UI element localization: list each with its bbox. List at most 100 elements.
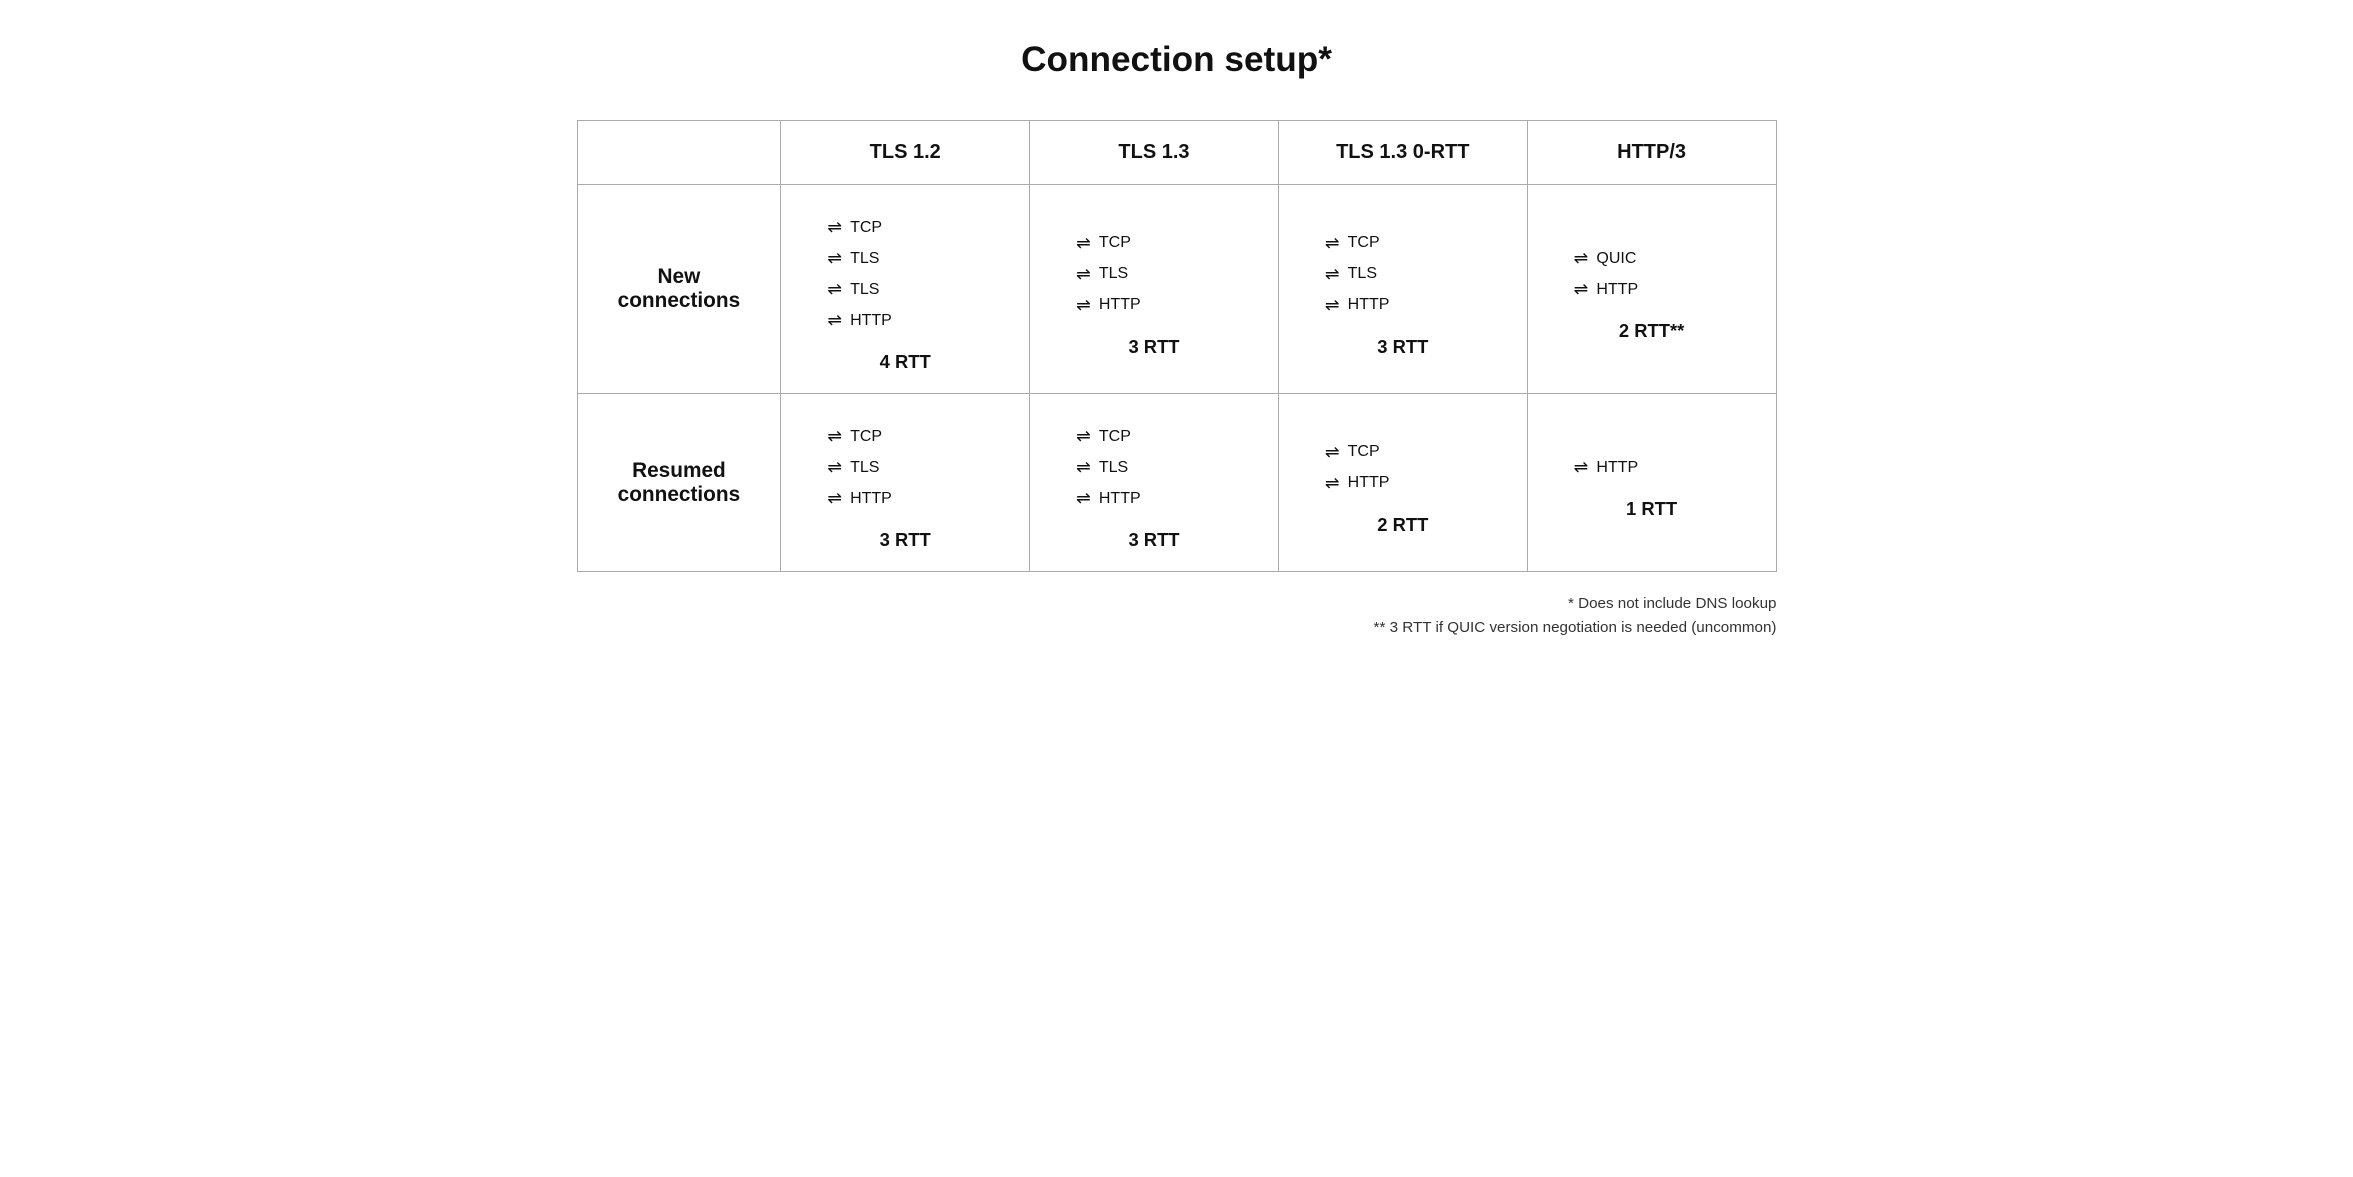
protocol-item-row0-col3-0: ⇌ QUIC <box>1574 248 1637 269</box>
arrow-icon-row0-col0-0: ⇌ <box>827 217 842 238</box>
protocol-label-row1-col3-0: HTTP <box>1596 459 1638 477</box>
cell-row1-col2: ⇌ TCP ⇌ HTTP 2 RTT <box>1278 394 1527 572</box>
protocol-item-row0-col1-2: ⇌ HTTP <box>1076 295 1141 316</box>
protocol-label-row1-col0-2: HTTP <box>850 490 892 508</box>
protocol-label-row1-col0-0: TCP <box>850 428 882 446</box>
protocol-label-row1-col2-1: HTTP <box>1348 474 1390 492</box>
row-label-0: Newconnections <box>577 185 781 394</box>
cell-content-row1-col3: ⇌ HTTP <box>1544 445 1760 490</box>
cell-content-row0-col3: ⇌ QUIC ⇌ HTTP <box>1544 236 1760 312</box>
protocol-label-row0-col0-0: TCP <box>850 219 882 237</box>
protocol-label-row1-col1-2: HTTP <box>1099 490 1141 508</box>
protocol-item-row1-col2-0: ⇌ TCP <box>1325 442 1380 463</box>
protocol-item-row0-col0-3: ⇌ HTTP <box>827 310 892 331</box>
row-label-1: Resumedconnections <box>577 394 781 572</box>
cell-row0-col3: ⇌ QUIC ⇌ HTTP 2 RTT** <box>1527 185 1776 394</box>
rtt-label-row0-col0: 4 RTT <box>797 343 1013 373</box>
cell-content-row0-col0: ⇌ TCP ⇌ TLS ⇌ TLS ⇌ HTTP <box>797 205 1013 343</box>
arrow-icon-row0-col1-1: ⇌ <box>1076 264 1091 285</box>
arrow-icon-row1-col2-0: ⇌ <box>1325 442 1340 463</box>
protocol-label-row0-col0-2: TLS <box>850 281 879 299</box>
protocol-item-row1-col2-1: ⇌ HTTP <box>1325 473 1390 494</box>
cell-row1-col0: ⇌ TCP ⇌ TLS ⇌ HTTP 3 RTT <box>781 394 1030 572</box>
col-header-tls13-0rtt: TLS 1.3 0-RTT <box>1278 121 1527 185</box>
col-header-tls13: TLS 1.3 <box>1030 121 1279 185</box>
protocol-label-row0-col0-3: HTTP <box>850 312 892 330</box>
arrow-icon-row1-col1-1: ⇌ <box>1076 457 1091 478</box>
protocol-item-row0-col3-1: ⇌ HTTP <box>1574 279 1639 300</box>
protocol-label-row0-col3-1: HTTP <box>1596 281 1638 299</box>
cell-content-row1-col0: ⇌ TCP ⇌ TLS ⇌ HTTP <box>797 414 1013 521</box>
protocol-label-row1-col0-1: TLS <box>850 459 879 477</box>
arrow-icon-row0-col3-1: ⇌ <box>1574 279 1589 300</box>
protocol-label-row0-col2-2: HTTP <box>1348 296 1390 314</box>
protocol-label-row0-col1-0: TCP <box>1099 234 1131 252</box>
arrow-icon-row1-col2-1: ⇌ <box>1325 473 1340 494</box>
rtt-label-row1-col2: 2 RTT <box>1295 506 1511 536</box>
cell-row0-col0: ⇌ TCP ⇌ TLS ⇌ TLS ⇌ HTTP 4 RTT <box>781 185 1030 394</box>
protocol-label-row0-col2-0: TCP <box>1348 234 1380 252</box>
arrow-icon-row0-col2-0: ⇌ <box>1325 233 1340 254</box>
protocol-label-row1-col1-0: TCP <box>1099 428 1131 446</box>
footnote-1: * Does not include DNS lookup <box>577 592 1777 616</box>
cell-content-row0-col2: ⇌ TCP ⇌ TLS ⇌ HTTP <box>1295 221 1511 328</box>
arrow-icon-row0-col2-1: ⇌ <box>1325 264 1340 285</box>
cell-row0-col2: ⇌ TCP ⇌ TLS ⇌ HTTP 3 RTT <box>1278 185 1527 394</box>
rtt-label-row0-col3: 2 RTT** <box>1544 312 1760 342</box>
protocol-item-row1-col0-0: ⇌ TCP <box>827 426 882 447</box>
arrow-icon-row0-col2-2: ⇌ <box>1325 295 1340 316</box>
protocol-item-row1-col0-1: ⇌ TLS <box>827 457 879 478</box>
cell-content-row1-col2: ⇌ TCP ⇌ HTTP <box>1295 430 1511 506</box>
protocol-item-row0-col2-0: ⇌ TCP <box>1325 233 1380 254</box>
cell-row1-col3: ⇌ HTTP 1 RTT <box>1527 394 1776 572</box>
rtt-label-row1-col3: 1 RTT <box>1544 490 1760 520</box>
protocol-label-row0-col0-1: TLS <box>850 250 879 268</box>
arrow-icon-row1-col0-2: ⇌ <box>827 488 842 509</box>
page-container: Connection setup* TLS 1.2 TLS 1.3 TLS 1.… <box>577 40 1777 641</box>
arrow-icon-row1-col0-0: ⇌ <box>827 426 842 447</box>
protocol-item-row0-col0-2: ⇌ TLS <box>827 279 879 300</box>
footnotes: * Does not include DNS lookup ** 3 RTT i… <box>577 592 1777 641</box>
cell-content-row1-col1: ⇌ TCP ⇌ TLS ⇌ HTTP <box>1046 414 1262 521</box>
arrow-icon-row0-col1-0: ⇌ <box>1076 233 1091 254</box>
col-header-http3: HTTP/3 <box>1527 121 1776 185</box>
protocol-item-row1-col1-0: ⇌ TCP <box>1076 426 1131 447</box>
cell-content-row0-col1: ⇌ TCP ⇌ TLS ⇌ HTTP <box>1046 221 1262 328</box>
page-title: Connection setup* <box>577 40 1777 80</box>
protocol-item-row0-col2-1: ⇌ TLS <box>1325 264 1377 285</box>
protocol-label-row0-col1-2: HTTP <box>1099 296 1141 314</box>
protocol-label-row0-col2-1: TLS <box>1348 265 1377 283</box>
rtt-label-row0-col1: 3 RTT <box>1046 328 1262 358</box>
protocol-label-row0-col1-1: TLS <box>1099 265 1128 283</box>
empty-header-cell <box>577 121 781 185</box>
arrow-icon-row0-col0-1: ⇌ <box>827 248 842 269</box>
comparison-table: TLS 1.2 TLS 1.3 TLS 1.3 0-RTT HTTP/3 New… <box>577 120 1777 572</box>
rtt-label-row1-col1: 3 RTT <box>1046 521 1262 551</box>
arrow-icon-row0-col3-0: ⇌ <box>1574 248 1589 269</box>
protocol-label-row1-col1-1: TLS <box>1099 459 1128 477</box>
cell-row0-col1: ⇌ TCP ⇌ TLS ⇌ HTTP 3 RTT <box>1030 185 1279 394</box>
cell-row1-col1: ⇌ TCP ⇌ TLS ⇌ HTTP 3 RTT <box>1030 394 1279 572</box>
protocol-item-row0-col1-1: ⇌ TLS <box>1076 264 1128 285</box>
arrow-icon-row1-col3-0: ⇌ <box>1574 457 1589 478</box>
rtt-label-row0-col2: 3 RTT <box>1295 328 1511 358</box>
arrow-icon-row0-col0-3: ⇌ <box>827 310 842 331</box>
protocol-item-row1-col3-0: ⇌ HTTP <box>1574 457 1639 478</box>
protocol-item-row0-col2-2: ⇌ HTTP <box>1325 295 1390 316</box>
arrow-icon-row0-col1-2: ⇌ <box>1076 295 1091 316</box>
protocol-item-row1-col0-2: ⇌ HTTP <box>827 488 892 509</box>
arrow-icon-row1-col0-1: ⇌ <box>827 457 842 478</box>
protocol-label-row1-col2-0: TCP <box>1348 443 1380 461</box>
protocol-label-row0-col3-0: QUIC <box>1596 250 1636 268</box>
col-header-tls12: TLS 1.2 <box>781 121 1030 185</box>
footnote-2: ** 3 RTT if QUIC version negotiation is … <box>577 616 1777 640</box>
protocol-item-row0-col0-0: ⇌ TCP <box>827 217 882 238</box>
protocol-item-row0-col1-0: ⇌ TCP <box>1076 233 1131 254</box>
protocol-item-row0-col0-1: ⇌ TLS <box>827 248 879 269</box>
arrow-icon-row1-col1-2: ⇌ <box>1076 488 1091 509</box>
rtt-label-row1-col0: 3 RTT <box>797 521 1013 551</box>
arrow-icon-row0-col0-2: ⇌ <box>827 279 842 300</box>
protocol-item-row1-col1-2: ⇌ HTTP <box>1076 488 1141 509</box>
arrow-icon-row1-col1-0: ⇌ <box>1076 426 1091 447</box>
protocol-item-row1-col1-1: ⇌ TLS <box>1076 457 1128 478</box>
